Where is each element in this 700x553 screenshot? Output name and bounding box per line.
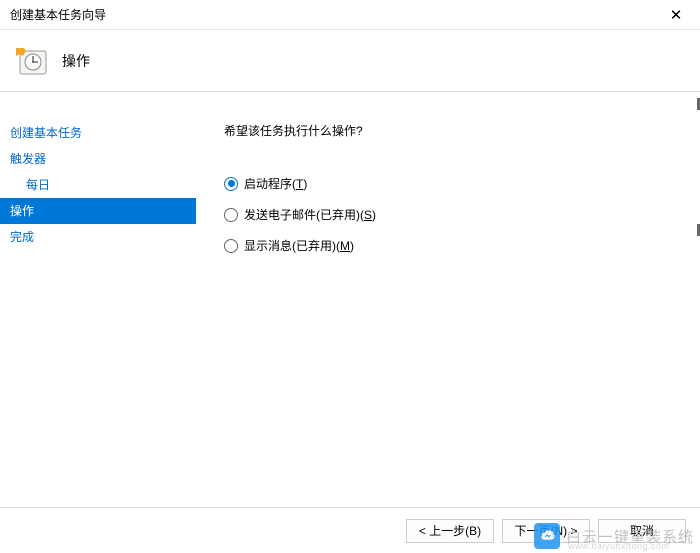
content-area: 创建基本任务触发器每日操作完成 希望该任务执行什么操作? 启动程序(T) 发送电子… [0, 92, 700, 507]
cancel-button[interactable]: 取消 [598, 519, 686, 543]
clock-icon [16, 46, 48, 76]
header-title: 操作 [62, 51, 90, 71]
sidebar-item-3[interactable]: 操作 [0, 198, 196, 224]
close-button[interactable]: ✕ [660, 1, 692, 29]
main-panel: 希望该任务执行什么操作? 启动程序(T) 发送电子邮件(已弃用)(S) 显示消息(已… [196, 92, 700, 507]
radio-circle-icon [224, 208, 238, 222]
back-button[interactable]: < 上一步(B) [406, 519, 494, 543]
radio-option-1[interactable]: 发送电子邮件(已弃用)(S) [224, 206, 680, 223]
wizard-header: 操作 [0, 30, 700, 92]
sidebar-item-4[interactable]: 完成 [0, 224, 196, 250]
radio-circle-icon [224, 177, 238, 191]
action-radio-group: 启动程序(T) 发送电子邮件(已弃用)(S) 显示消息(已弃用)(M) [224, 175, 680, 254]
wizard-footer: < 上一步(B) 下一页(N) > 取消 [0, 507, 700, 553]
next-button[interactable]: 下一页(N) > [502, 519, 590, 543]
sidebar-item-2[interactable]: 每日 [0, 172, 196, 198]
radio-option-0[interactable]: 启动程序(T) [224, 175, 680, 192]
radio-label: 发送电子邮件(已弃用)(S) [244, 206, 376, 223]
action-question: 希望该任务执行什么操作? [224, 122, 680, 139]
radio-circle-icon [224, 239, 238, 253]
sidebar-item-1[interactable]: 触发器 [0, 146, 196, 172]
titlebar: 创建基本任务向导 ✕ [0, 0, 700, 30]
radio-label: 显示消息(已弃用)(M) [244, 237, 354, 254]
radio-option-2[interactable]: 显示消息(已弃用)(M) [224, 237, 680, 254]
radio-label: 启动程序(T) [244, 175, 307, 192]
window-title: 创建基本任务向导 [10, 6, 660, 23]
sidebar-item-0[interactable]: 创建基本任务 [0, 120, 196, 146]
wizard-sidebar: 创建基本任务触发器每日操作完成 [0, 92, 196, 507]
